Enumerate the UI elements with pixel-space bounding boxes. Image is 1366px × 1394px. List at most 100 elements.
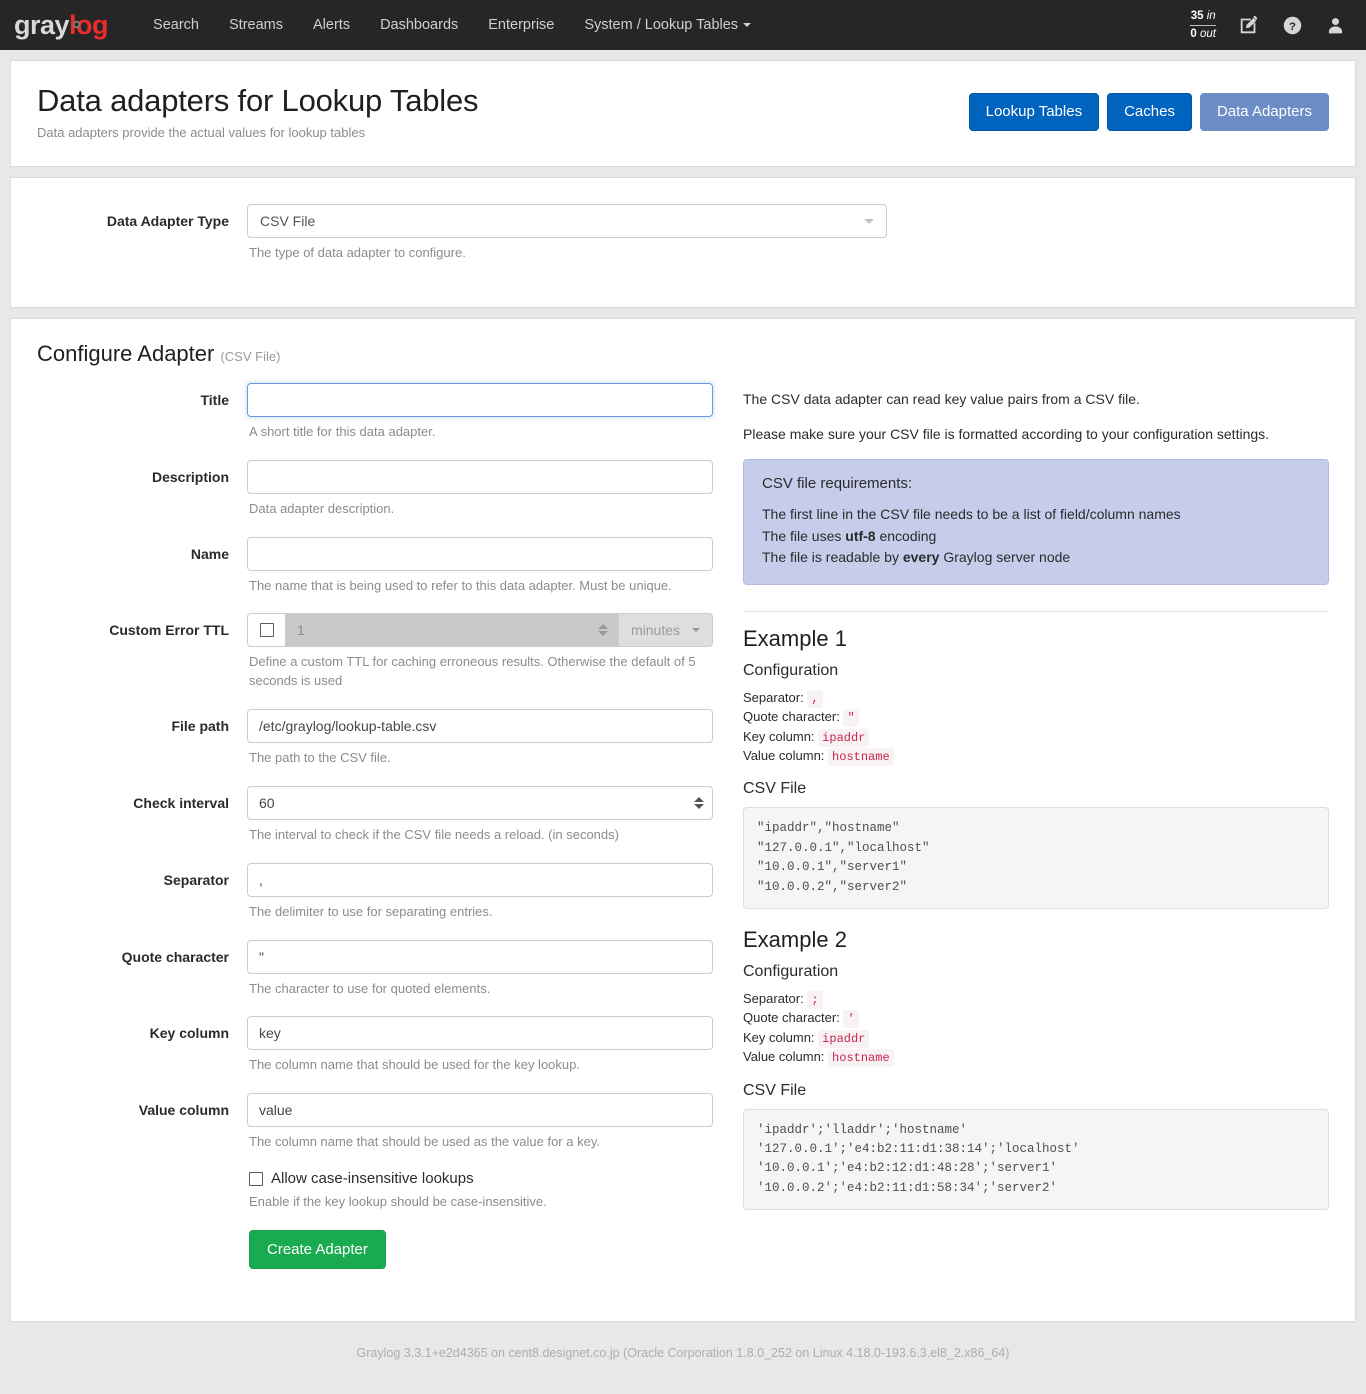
configure-adapter-subtitle: (CSV File)	[220, 348, 281, 364]
case-insensitive-label[interactable]: Allow case-insensitive lookups	[271, 1170, 474, 1187]
custom-error-ttl-spinner[interactable]	[597, 620, 610, 640]
logo-dot-icon	[73, 20, 81, 28]
caches-button[interactable]: Caches	[1107, 93, 1192, 131]
nav-item-search[interactable]: Search	[138, 0, 214, 50]
case-insensitive-checkbox[interactable]	[249, 1171, 263, 1186]
adapter-type-card: Data Adapter Type CSV File The type of d…	[10, 177, 1356, 308]
chevron-down-icon	[692, 628, 700, 633]
graylog-logo[interactable]: gray log	[14, 9, 109, 40]
name-label: Name	[190, 545, 229, 562]
name-input[interactable]	[247, 536, 713, 571]
example-2-value-value: hostname	[828, 1049, 894, 1068]
example-1-quote-value: "	[843, 709, 859, 728]
value-column-input[interactable]	[247, 1093, 713, 1128]
csv-requirement-line-2: The file uses utf-8 encoding	[762, 527, 937, 544]
header-actions: Lookup Tables Caches Data Adapters	[968, 93, 1329, 131]
example-1-separator-value: ,	[807, 689, 823, 708]
separator-help: The delimiter to use for separating entr…	[249, 903, 493, 919]
help-icon[interactable]: ?	[1282, 15, 1303, 36]
quote-character-help: The character to use for quoted elements…	[249, 980, 491, 996]
spinner-down-icon	[693, 803, 704, 809]
configure-body: Title A short title for this data adapte…	[37, 382, 1329, 1288]
field-row-name: Name The name that is being used to refe…	[37, 536, 713, 596]
case-insensitive-check-line: Allow case-insensitive lookups	[249, 1170, 713, 1187]
nav-item-streams[interactable]: Streams	[214, 0, 298, 50]
file-path-label: File path	[171, 718, 229, 735]
key-column-input[interactable]	[247, 1016, 713, 1051]
documentation-divider	[743, 610, 1329, 612]
data-adapters-button[interactable]: Data Adapters	[1199, 93, 1329, 131]
custom-error-ttl-value: 1	[297, 622, 305, 639]
file-path-input[interactable]	[247, 709, 713, 744]
example-2-title: Example 2	[743, 926, 847, 952]
check-interval-spinner[interactable]	[692, 793, 705, 813]
lookup-tables-button[interactable]: Lookup Tables	[968, 93, 1100, 131]
field-row-title: Title A short title for this data adapte…	[37, 382, 713, 442]
example-2-config-heading: Configuration	[743, 962, 839, 980]
submit-spacer	[37, 1230, 247, 1239]
adapter-type-label: Data Adapter Type	[106, 213, 229, 229]
check-interval-label: Check interval	[133, 794, 229, 811]
adapter-type-select[interactable]: CSV File	[247, 204, 887, 238]
example-1-value-value: hostname	[828, 748, 894, 767]
example-1-key-value: ipaddr	[818, 728, 870, 747]
example-2-quote-value: '	[843, 1010, 859, 1029]
name-help: The name that is being used to refer to …	[249, 577, 672, 593]
example-2-block: Example 2 Configuration Separator: ; Quo…	[743, 926, 1329, 1211]
case-insensitive-spacer	[37, 1170, 247, 1179]
logo-text-gray: gray	[14, 9, 70, 40]
csv-requirements-alert: CSV file requirements: The first line in…	[743, 458, 1329, 585]
check-interval-wrap	[247, 785, 713, 820]
field-row-key-column: Key column The column name that should b…	[37, 1016, 713, 1075]
file-path-help: The path to the CSV file.	[249, 750, 391, 766]
adapter-type-row: Data Adapter Type CSV File The type of d…	[37, 204, 1329, 263]
quote-character-label: Quote character	[121, 948, 229, 965]
page-footer: Graylog 3.3.1+e2d4365 on cent8.designet.…	[356, 1346, 1010, 1361]
example-1-csv-content: "ipaddr","hostname" "127.0.0.1","localho…	[743, 807, 1329, 909]
case-insensitive-help: Enable if the key lookup should be case-…	[249, 1194, 547, 1210]
edit-icon[interactable]	[1238, 14, 1260, 36]
throughput-indicator[interactable]: 35 in 0 out	[1190, 9, 1216, 41]
check-interval-input[interactable]	[247, 785, 713, 820]
configure-adapter-card: Configure Adapter (CSV File) Title A sho…	[10, 317, 1356, 1323]
value-column-label: Value column	[138, 1102, 229, 1119]
example-1-title: Example 1	[743, 625, 847, 651]
custom-error-ttl-unit-label: minutes	[630, 622, 680, 639]
field-row-case-insensitive: Allow case-insensitive lookups Enable if…	[37, 1170, 713, 1212]
configure-form: Title A short title for this data adapte…	[37, 382, 713, 1288]
field-row-quote-character: Quote character The character to use for…	[37, 939, 713, 999]
field-row-value-column: Value column The column name that should…	[37, 1093, 713, 1152]
custom-error-ttl-input[interactable]: 1	[285, 613, 618, 648]
description-help: Data adapter description.	[249, 500, 395, 516]
nav-item-enterprise[interactable]: Enterprise	[473, 0, 569, 50]
create-adapter-button[interactable]: Create Adapter	[249, 1229, 386, 1270]
logo-text-log: log	[69, 9, 109, 40]
throughput-in: 35 in	[1190, 9, 1216, 26]
field-row-submit: Create Adapter	[37, 1229, 713, 1270]
example-2-key-line: Key column: ipaddr	[743, 1029, 1329, 1048]
title-help: A short title for this data adapter.	[249, 423, 436, 439]
quote-character-input[interactable]	[247, 939, 713, 974]
description-input[interactable]	[247, 459, 713, 494]
description-label: Description	[151, 468, 229, 485]
example-1-config-list: Separator: , Quote character: " Key colu…	[743, 689, 1329, 767]
user-icon[interactable]	[1325, 15, 1346, 36]
custom-error-ttl-checkbox[interactable]	[259, 623, 274, 638]
nav-item-dashboards[interactable]: Dashboards	[365, 0, 473, 50]
title-input[interactable]	[247, 382, 713, 417]
throughput-out: 0 out	[1190, 27, 1216, 40]
adapter-type-selected-value: CSV File	[260, 213, 316, 229]
custom-error-ttl-help: Define a custom TTL for caching erroneou…	[249, 654, 696, 689]
separator-input[interactable]	[247, 862, 713, 897]
chevron-down-icon	[743, 23, 752, 28]
navbar-right-section: 35 in 0 out ?	[1190, 9, 1354, 41]
custom-error-ttl-unit-dropdown[interactable]: minutes	[617, 613, 713, 648]
spinner-up-icon	[693, 796, 704, 802]
title-label: Title	[200, 391, 229, 408]
example-2-csv-content: 'ipaddr';'lladdr';'hostname' '127.0.0.1'…	[743, 1108, 1329, 1211]
example-2-quote-line: Quote character: '	[743, 1009, 1329, 1029]
nav-item-system-lookup-tables[interactable]: System / Lookup Tables	[569, 0, 766, 50]
check-interval-help: The interval to check if the CSV file ne…	[249, 826, 619, 842]
nav-item-alerts[interactable]: Alerts	[298, 0, 365, 50]
key-column-help: The column name that should be used for …	[249, 1057, 580, 1073]
